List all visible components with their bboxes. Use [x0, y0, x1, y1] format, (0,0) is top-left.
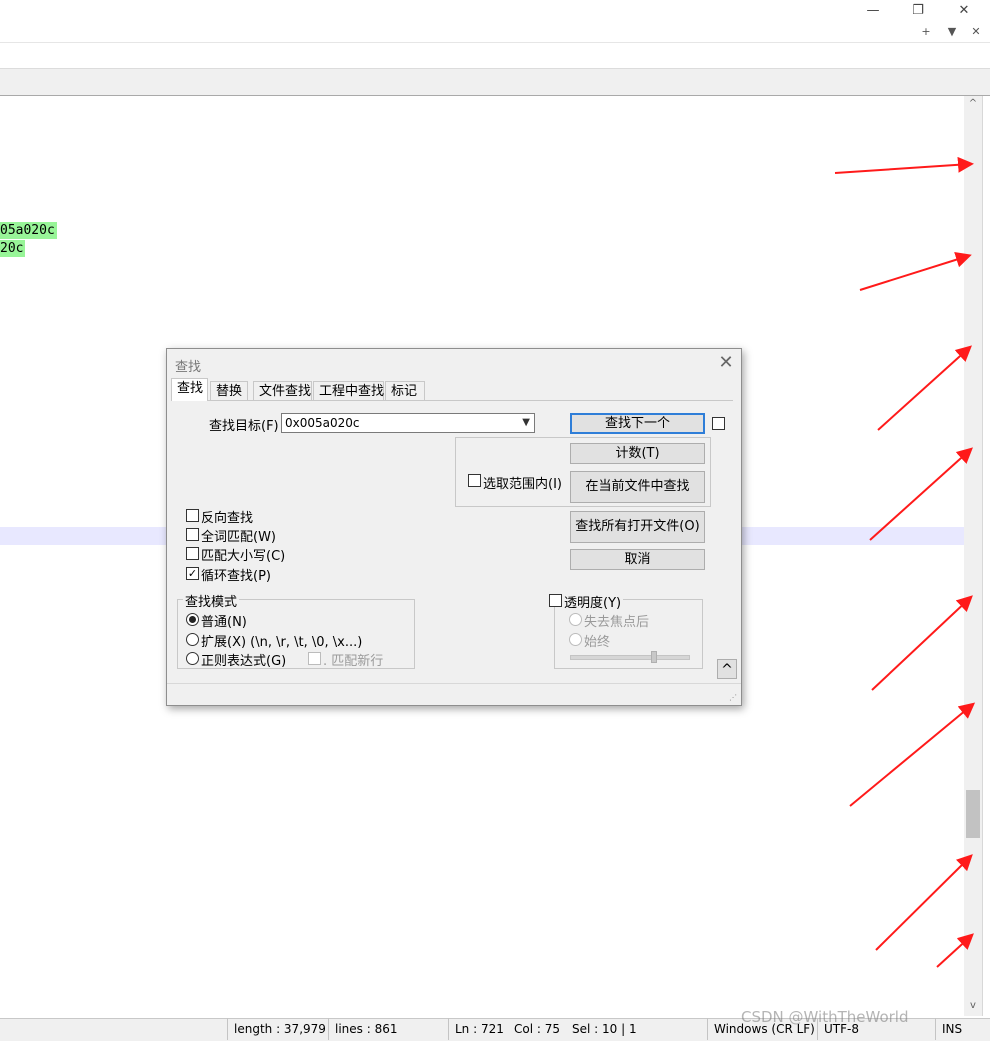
- find-target-label: 查找目标(F) :: [209, 419, 288, 434]
- status-col: Col : 75: [514, 1022, 560, 1036]
- collapse-button[interactable]: ^: [717, 659, 737, 679]
- mode-regex-label: 正则表达式(G): [201, 654, 287, 669]
- reverse-search-label: 反向查找: [201, 511, 254, 526]
- status-length: length : 37,979: [227, 1018, 327, 1040]
- mode-regex-radio[interactable]: [186, 652, 199, 665]
- mode-extended-radio[interactable]: [186, 633, 199, 646]
- find-target-value: 0x005a020c: [285, 416, 360, 430]
- transparency-title: 透明度(Y): [562, 592, 624, 611]
- resize-grip-icon[interactable]: ⋰: [729, 693, 739, 703]
- find-target-input[interactable]: 0x005a020c ▼: [281, 413, 535, 433]
- arrow-icon: [849, 702, 976, 807]
- mode-normal-radio[interactable]: [186, 613, 199, 626]
- whole-word-label: 全词匹配(W): [201, 530, 276, 545]
- transparency-always-label: 始终: [584, 635, 611, 650]
- arrow-icon: [859, 251, 972, 291]
- arrow-icon: [869, 447, 973, 541]
- watermark: CSDN @WithTheWorld: [741, 1008, 909, 1026]
- arrow-icon: [871, 595, 973, 691]
- arrow-icon: [936, 933, 974, 968]
- mode-normal-label: 普通(N): [201, 615, 247, 630]
- tab-find-in-files[interactable]: 文件查找: [253, 381, 312, 400]
- transparency-checkbox[interactable]: [549, 594, 562, 607]
- dialog-close-icon[interactable]: ✕: [715, 352, 737, 374]
- tab-find[interactable]: 查找: [171, 378, 208, 401]
- find-next-button[interactable]: 查找下一个: [570, 413, 705, 434]
- search-mode-title: 查找模式: [183, 591, 240, 610]
- transparency-slider-handle[interactable]: [651, 651, 657, 663]
- in-selection-checkbox[interactable]: [468, 474, 481, 487]
- mode-extended-label: 扩展(X) (\n, \r, \t, \0, \x...): [201, 635, 363, 650]
- wrap-around-label: 循环查找(P): [201, 569, 271, 584]
- tab-replace[interactable]: 替换: [210, 381, 248, 400]
- status-mode: INS: [935, 1018, 990, 1040]
- reverse-search-checkbox[interactable]: [186, 509, 199, 522]
- status-ln: Ln : 721: [448, 1018, 508, 1040]
- tab-mark[interactable]: 标记: [385, 381, 425, 400]
- find-dialog: 查找 ✕ 查找 替换 文件查找 工程中查找 标记 查找目标(F) : 0x005…: [166, 348, 742, 706]
- dialog-footer-divider: [167, 683, 741, 684]
- wrap-around-checkbox[interactable]: ✓: [186, 567, 199, 580]
- whole-word-checkbox[interactable]: [186, 528, 199, 541]
- transparency-on-blur-radio[interactable]: [569, 613, 582, 626]
- arrow-icon: [877, 345, 972, 431]
- find-in-all-open-files-button[interactable]: 查找所有打开文件(O): [570, 511, 705, 543]
- transparency-always-radio[interactable]: [569, 633, 582, 646]
- status-sel: Sel : 10 | 1: [572, 1022, 637, 1036]
- dialog-option-checkbox[interactable]: [712, 417, 725, 430]
- match-case-label: 匹配大小写(C): [201, 549, 286, 564]
- find-in-current-file-button[interactable]: 在当前文件中查找: [570, 471, 705, 503]
- arrow-icon: [834, 156, 974, 174]
- transparency-on-blur-label: 失去焦点后: [584, 615, 650, 630]
- dot-newline-label: . 匹配新行: [323, 654, 384, 669]
- tab-find-in-project[interactable]: 工程中查找: [313, 381, 384, 400]
- count-button[interactable]: 计数(T): [570, 443, 705, 464]
- transparency-slider[interactable]: [570, 655, 690, 660]
- cancel-button[interactable]: 取消: [570, 549, 705, 570]
- match-case-checkbox[interactable]: [186, 547, 199, 560]
- arrow-icon: [875, 854, 973, 951]
- in-selection-label: 选取范围内(I): [483, 477, 562, 492]
- chevron-down-icon[interactable]: ▼: [522, 414, 530, 432]
- status-lines: lines : 861: [328, 1018, 448, 1040]
- dialog-title: 查找: [175, 360, 202, 375]
- dot-newline-checkbox[interactable]: [308, 652, 321, 665]
